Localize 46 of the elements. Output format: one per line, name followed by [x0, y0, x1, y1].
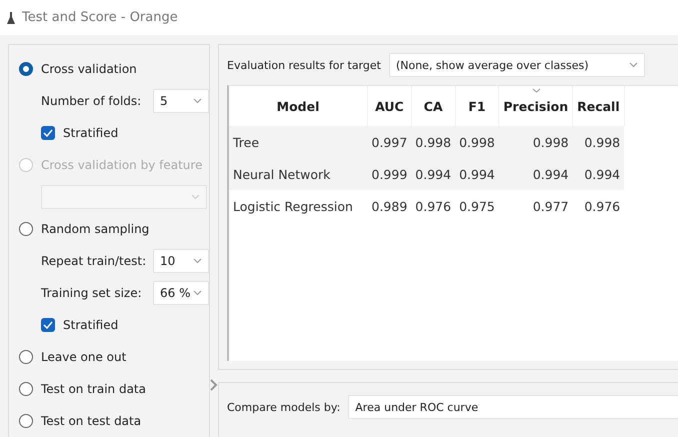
option-label: Random sampling: [41, 222, 150, 236]
table-cell: 0.994: [498, 158, 573, 190]
target-label: Evaluation results for target: [227, 58, 381, 72]
target-dropdown[interactable]: (None, show average over classes): [388, 53, 645, 77]
radio-button[interactable]: [19, 222, 33, 236]
chevron-right-icon[interactable]: [210, 379, 218, 391]
checkbox[interactable]: [41, 126, 55, 140]
chevron-down-icon: [193, 258, 202, 264]
table-cell: 0.997: [368, 126, 412, 158]
dropdown[interactable]: 5: [153, 89, 209, 113]
table-cell: 0.994: [455, 158, 499, 190]
sort-indicator-icon: [532, 88, 541, 93]
option-label: Test on test data: [41, 414, 142, 428]
flask-icon: [6, 10, 16, 24]
radio-button[interactable]: [19, 350, 33, 364]
window-title: Test and Score - Orange: [22, 10, 178, 25]
chevron-down-icon: [191, 194, 200, 200]
table-cell: Tree: [229, 126, 368, 158]
checkbox-label: Stratified: [63, 318, 118, 332]
table-cell: 0.998: [411, 126, 456, 158]
checkbox[interactable]: [41, 318, 55, 332]
radio-button[interactable]: [19, 414, 33, 428]
option-label: Test on train data: [41, 382, 146, 396]
chevron-down-icon: [628, 62, 638, 68]
radio-button[interactable]: [19, 62, 33, 76]
dropdown[interactable]: 10: [153, 249, 209, 273]
table-cell: Neural Network: [229, 158, 368, 190]
radio-button[interactable]: [19, 382, 33, 396]
chevron-down-icon: [193, 290, 202, 296]
compare-dropdown[interactable]: Area under ROC curve: [348, 395, 678, 419]
table-cell: 0.994: [572, 158, 624, 190]
table-cell: 0.998: [572, 126, 624, 158]
chevron-down-icon: [193, 98, 202, 104]
checkbox-label: Stratified: [63, 126, 118, 140]
table-cell: 0.999: [368, 158, 412, 190]
table-cell: 0.998: [455, 126, 499, 158]
table-cell: 0.998: [498, 126, 573, 158]
compare-label: Compare models by:: [227, 400, 340, 416]
table-cell: 0.994: [411, 158, 456, 190]
option-label: Leave one out: [41, 350, 126, 364]
option-label: Cross validation: [41, 62, 137, 76]
field-label: Training set size:: [41, 286, 143, 300]
field-label: Repeat train/test:: [41, 254, 145, 268]
dropdown[interactable]: 66 %: [153, 281, 209, 305]
option-label: Cross validation by feature: [41, 158, 202, 172]
field-label: Number of folds:: [41, 94, 142, 108]
